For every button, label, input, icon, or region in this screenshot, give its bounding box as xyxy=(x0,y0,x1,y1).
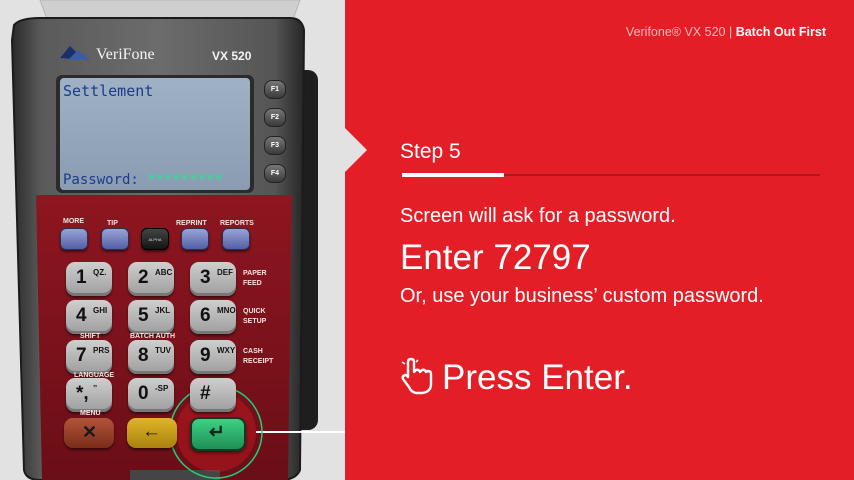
key-7-letters: PRS xyxy=(93,346,110,355)
tip-label: TIP xyxy=(107,220,118,227)
key-star[interactable]: *, ’’ xyxy=(66,378,112,412)
key-2[interactable]: 2 ABC xyxy=(128,262,174,296)
reprint-key[interactable] xyxy=(181,228,209,250)
instruction-line-2: Enter 72797 xyxy=(400,238,591,277)
screen-password-label: Password: xyxy=(63,172,139,188)
shift-label: SHIFT xyxy=(80,333,101,340)
screen-title: Settlement xyxy=(63,82,154,100)
terminal-illustration xyxy=(10,0,345,480)
key-1-digit: 1 xyxy=(76,267,87,288)
model-label: VX 520 xyxy=(212,49,252,63)
progress-fill xyxy=(402,173,504,177)
key-star-symbol: *, xyxy=(76,383,89,404)
batch-auth-label: BATCH AUTH xyxy=(130,333,176,340)
key-1[interactable]: 1 QZ. xyxy=(66,262,112,296)
f3-key[interactable]: F3 xyxy=(264,136,286,155)
panel-notch xyxy=(345,128,367,172)
f4-key[interactable]: F4 xyxy=(264,164,286,183)
key-0-digit: 0 xyxy=(138,383,149,404)
more-label: MORE xyxy=(63,218,84,225)
cancel-x-icon: ✕ xyxy=(82,422,98,442)
key-8-letters: TUV xyxy=(155,346,171,355)
f1-key[interactable]: F1 xyxy=(264,80,286,99)
key-6[interactable]: 6 MNO xyxy=(190,300,236,334)
reprint-label: REPRINT xyxy=(176,220,207,227)
f2-key[interactable]: F2 xyxy=(264,108,286,127)
key-9-digit: 9 xyxy=(200,345,211,366)
key-7-digit: 7 xyxy=(76,345,87,366)
key-4-letters: GHI xyxy=(93,306,108,315)
key-8-digit: 8 xyxy=(138,345,149,366)
cancel-button[interactable]: ✕ xyxy=(64,418,114,448)
header-separator: | xyxy=(728,25,733,39)
reports-label: REPORTS xyxy=(220,220,254,227)
tip-key[interactable] xyxy=(101,228,129,250)
key-2-digit: 2 xyxy=(138,267,149,288)
stage: VeriFone VX 520 Settlement Password: ***… xyxy=(0,0,854,480)
header: Verifone® VX 520 | Batch Out First xyxy=(626,25,826,39)
header-section: Batch Out First xyxy=(735,25,826,39)
key-3-digit: 3 xyxy=(200,267,211,288)
cash-label: CASH xyxy=(243,348,263,355)
paper-label: PAPER xyxy=(243,270,267,277)
key-hash-symbol: # xyxy=(200,383,211,404)
alpha-label: ALPHA xyxy=(148,237,162,242)
key-2-letters: ABC xyxy=(155,268,173,277)
key-7[interactable]: 7 PRS xyxy=(66,340,112,374)
key-0[interactable]: 0 -SP xyxy=(128,378,174,412)
press-enter-text: Press Enter. xyxy=(442,358,633,397)
instruction-line-1: Screen will ask for a password. xyxy=(400,205,676,227)
key-hash[interactable]: # xyxy=(190,378,236,412)
key-star-symbols: ’’ xyxy=(93,384,98,393)
alpha-key[interactable]: ALPHA xyxy=(141,228,169,250)
key-3[interactable]: 3 DEF xyxy=(190,262,236,296)
key-4-digit: 4 xyxy=(76,305,87,326)
backspace-button[interactable]: ← xyxy=(127,418,177,448)
key-6-digit: 6 xyxy=(200,305,211,326)
key-0-letters: -SP xyxy=(155,384,169,393)
brand-logo-text: VeriFone xyxy=(96,46,155,63)
receipt-label: RECEIPT xyxy=(243,358,274,365)
setup-label: SETUP xyxy=(243,318,267,325)
key-9-letters: WXY xyxy=(217,346,236,355)
screen-password-mask: ********* xyxy=(147,172,223,188)
enter-button[interactable]: ↵ xyxy=(190,417,246,451)
more-key[interactable] xyxy=(60,228,88,250)
key-9[interactable]: 9 WXY xyxy=(190,340,236,374)
key-5-letters: JKL xyxy=(155,306,171,315)
key-5[interactable]: 5 JKL xyxy=(128,300,174,334)
enter-arrow-icon: ↵ xyxy=(209,422,225,443)
backspace-arrow-icon: ← xyxy=(142,421,161,442)
reports-key[interactable] xyxy=(222,228,250,250)
key-6-letters: MNO xyxy=(217,306,236,315)
instruction-line-3: Or, use your business’ custom password. xyxy=(400,285,764,307)
key-1-letters: QZ. xyxy=(93,268,107,277)
step-label: Step 5 xyxy=(400,140,461,163)
key-8[interactable]: 8 TUV xyxy=(128,340,174,374)
menu-label: MENU xyxy=(80,410,101,417)
pointer-hand-icon xyxy=(401,356,433,395)
quick-label: QUICK xyxy=(243,308,266,315)
key-3-letters: DEF xyxy=(217,268,233,277)
key-5-digit: 5 xyxy=(138,305,149,326)
header-product: Verifone® VX 520 xyxy=(625,25,726,39)
feed-label: FEED xyxy=(243,280,262,287)
key-4[interactable]: 4 GHI xyxy=(66,300,112,334)
